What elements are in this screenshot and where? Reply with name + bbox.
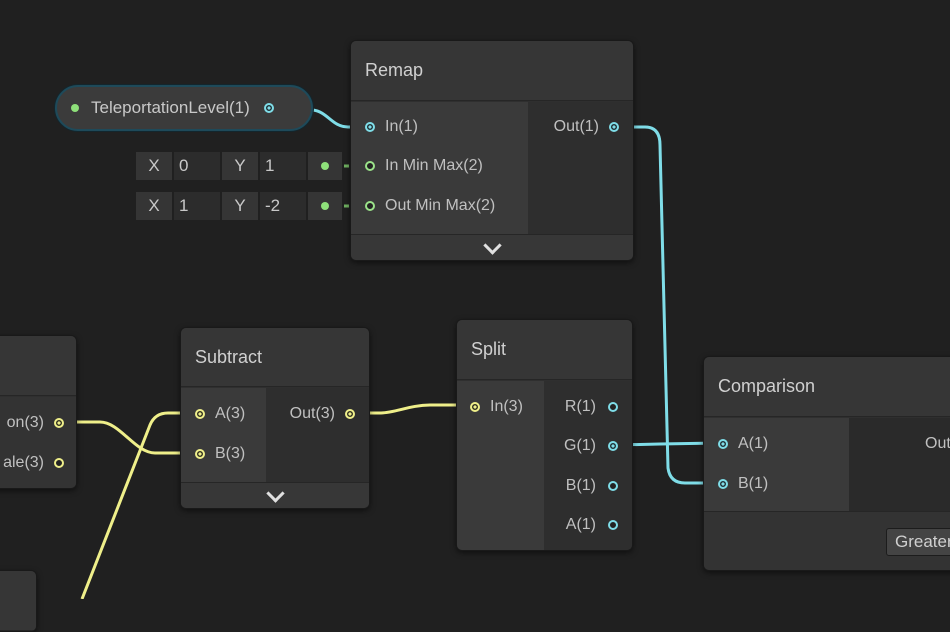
- port-dot[interactable]: [365, 201, 375, 211]
- port-out-scale[interactable]: ale(3): [3, 454, 64, 472]
- port-dot[interactable]: [54, 418, 64, 428]
- node-title: Remap: [351, 41, 633, 101]
- port-dot[interactable]: [608, 481, 618, 491]
- port-label: Out(3): [289, 405, 335, 422]
- field-output[interactable]: [308, 152, 342, 180]
- field-output[interactable]: [308, 192, 342, 220]
- comparison-node[interactable]: Comparison A(1) B(1) Out Greater: [703, 356, 950, 571]
- port-out-position[interactable]: on(3): [7, 414, 64, 432]
- x-input[interactable]: 0: [174, 152, 220, 180]
- port-label: Out Min Max(2): [385, 197, 496, 214]
- exposed-indicator-icon: [71, 104, 79, 112]
- y-label: Y: [222, 192, 258, 220]
- port-dot[interactable]: [470, 402, 480, 412]
- port-label: B(1): [565, 477, 596, 494]
- node-title: Subtract: [181, 328, 369, 387]
- port-a[interactable]: A(1): [566, 516, 618, 534]
- node-title: Comparison: [704, 357, 950, 417]
- port-label: Out(1): [553, 118, 599, 135]
- port-out[interactable]: Out(1): [554, 118, 619, 136]
- chevron-down-icon: [265, 483, 285, 503]
- port-label: In(1): [385, 118, 418, 135]
- port-b[interactable]: B(1): [566, 477, 618, 495]
- wire-left-to-subtract-b[interactable]: [60, 420, 196, 455]
- port-out-min-max[interactable]: Out Min Max(2): [365, 197, 495, 215]
- port-label: A(1): [738, 435, 769, 452]
- out-min-max-field: X 1 Y -2: [136, 192, 342, 220]
- port-dot[interactable]: [195, 449, 205, 459]
- collapse-button[interactable]: [351, 234, 633, 260]
- port-dot[interactable]: [608, 520, 618, 530]
- port-dot[interactable]: [345, 409, 355, 419]
- port-label: B(3): [215, 445, 246, 462]
- port-out[interactable]: Out(3): [290, 405, 355, 423]
- bottom-left-node[interactable]: [0, 570, 37, 632]
- port-dot[interactable]: [609, 122, 619, 132]
- port-dot[interactable]: [608, 402, 618, 412]
- port-in-min-max[interactable]: In Min Max(2): [365, 157, 483, 175]
- x-label: X: [136, 192, 172, 220]
- port-label: A(1): [565, 516, 596, 533]
- port-label: G(1): [564, 437, 596, 454]
- port-label: R(1): [564, 398, 596, 415]
- property-label: TeleportationLevel(1): [91, 98, 250, 117]
- node-title: Split: [457, 320, 632, 380]
- port-b[interactable]: B(3): [195, 445, 245, 463]
- port-dot[interactable]: [365, 161, 375, 171]
- collapse-button[interactable]: [181, 482, 369, 508]
- field-port-icon: [321, 202, 329, 210]
- remap-node[interactable]: Remap In(1) In Min Max(2) Out Min Max(2)…: [350, 40, 634, 261]
- port-label: ale(3): [3, 454, 44, 471]
- port-dot[interactable]: [608, 441, 618, 451]
- port-b[interactable]: B(1): [718, 475, 768, 493]
- y-input[interactable]: 1: [260, 152, 306, 180]
- port-r[interactable]: R(1): [565, 398, 618, 416]
- field-port-icon: [321, 162, 329, 170]
- port-dot[interactable]: [54, 458, 64, 468]
- port-label: In Min Max(2): [385, 157, 483, 174]
- x-input[interactable]: 1: [174, 192, 220, 220]
- port-label: Out: [925, 435, 950, 452]
- wire-bottom-to-subtract-a[interactable]: [80, 411, 196, 599]
- x-label: X: [136, 152, 172, 180]
- port-label: B(1): [738, 475, 769, 492]
- left-node[interactable]: on(3) ale(3): [0, 335, 77, 489]
- chevron-down-icon: [482, 235, 502, 255]
- y-input[interactable]: -2: [260, 192, 306, 220]
- port-g[interactable]: G(1): [564, 437, 618, 455]
- port-a[interactable]: A(3): [195, 405, 245, 423]
- port-dot[interactable]: [195, 409, 205, 419]
- port-dot[interactable]: [718, 479, 728, 489]
- y-label: Y: [222, 152, 258, 180]
- port-in[interactable]: In(3): [470, 398, 523, 416]
- port-label: A(3): [215, 405, 246, 422]
- split-node[interactable]: Split In(3) R(1) G(1) B(1) A(1): [456, 319, 633, 551]
- port-label: on(3): [6, 414, 44, 431]
- port-label: In(3): [490, 398, 523, 415]
- port-a[interactable]: A(1): [718, 435, 768, 453]
- port-dot[interactable]: [365, 122, 375, 132]
- comparison-footer: Greater: [704, 511, 950, 570]
- port-dot[interactable]: [718, 439, 728, 449]
- port-in[interactable]: In(1): [365, 118, 418, 136]
- port-out[interactable]: Out: [925, 435, 950, 453]
- in-min-max-field: X 0 Y 1: [136, 152, 342, 180]
- property-node-teleportation-level[interactable]: TeleportationLevel(1): [55, 85, 313, 131]
- subtract-node[interactable]: Subtract A(3) B(3) Out(3): [180, 327, 370, 509]
- comparison-mode-dropdown[interactable]: Greater: [886, 528, 950, 556]
- property-output-port[interactable]: [263, 103, 274, 113]
